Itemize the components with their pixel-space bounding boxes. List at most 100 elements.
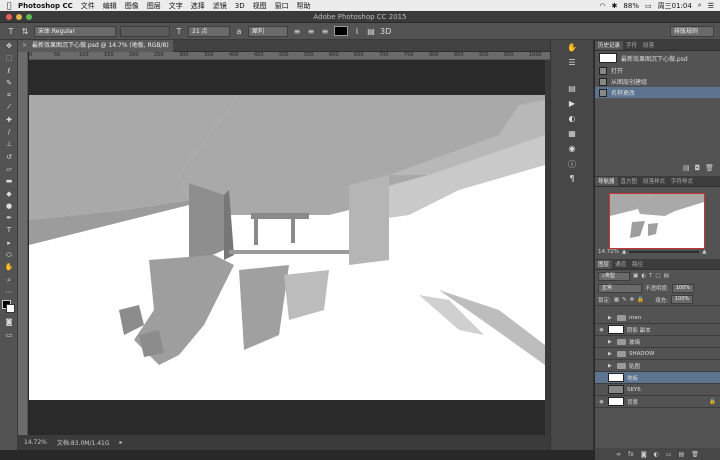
brush-tool-icon[interactable]: ∕ — [0, 126, 18, 138]
marquee-tool-icon[interactable]: ⬚ — [0, 52, 18, 64]
tab-paragraph[interactable]: 段落 — [640, 41, 657, 50]
navigator-dock-icon[interactable]: ▤ — [561, 84, 583, 96]
history-item-selected[interactable]: 名称更改 — [595, 87, 720, 98]
tab-layers[interactable]: 图层 — [595, 260, 613, 269]
snapshot-icon[interactable]: ◘ — [695, 164, 701, 172]
layer-row[interactable]: ▶ 贴图 — [595, 360, 720, 372]
spotlight-icon[interactable]: ⌕ — [698, 1, 702, 10]
color-dock-icon[interactable]: ◐ — [561, 114, 583, 126]
app-menu[interactable]: Photoshop CC — [18, 2, 73, 10]
menu-window[interactable]: 窗口 — [275, 1, 289, 11]
menu-image[interactable]: 图像 — [125, 1, 139, 11]
font-family-select[interactable]: 宋体 Regular — [34, 25, 116, 37]
tab-paths[interactable]: 路径 — [629, 260, 646, 269]
expand-arrow-icon[interactable]: ▶ — [608, 339, 614, 345]
expand-arrow-icon[interactable]: ▶ — [608, 315, 614, 321]
tab-history[interactable]: 历史记录 — [595, 41, 624, 50]
ruler-vertical[interactable] — [18, 52, 28, 435]
lock-paint-icon[interactable]: ✎ — [622, 297, 627, 303]
quick-mask-icon[interactable]: ◙ — [0, 316, 18, 328]
layer-row-selected[interactable]: 地板 — [595, 372, 720, 384]
healing-tool-icon[interactable]: ✚ — [0, 114, 18, 126]
filter-type-icon[interactable]: T — [649, 273, 652, 279]
expand-arrow-icon[interactable]: ▶ — [608, 351, 614, 357]
paragraph-dock-icon[interactable]: ¶ — [561, 174, 583, 186]
new-layer-icon[interactable]: ▤ — [679, 451, 685, 458]
navigator-zoom[interactable]: 14.72% — [598, 249, 619, 255]
font-style-select[interactable] — [120, 25, 170, 37]
dodge-tool-icon[interactable]: ● — [0, 200, 18, 212]
bluetooth-icon[interactable]: ✱ — [612, 2, 618, 10]
character-panel-icon[interactable]: ▤ — [366, 27, 376, 36]
layer-filter-select[interactable]: ⌕类型 — [598, 271, 630, 281]
type-tool-icon[interactable]: T — [6, 27, 16, 36]
eyedropper-tool-icon[interactable]: ⁄ — [0, 101, 18, 113]
shape-tool-icon[interactable]: ⬭ — [0, 249, 18, 261]
document-canvas[interactable] — [29, 95, 545, 400]
3d-icon[interactable]: 3D — [380, 27, 391, 36]
navigator-preview[interactable] — [609, 193, 705, 249]
menu-select[interactable]: 选择 — [191, 1, 205, 11]
document-tab[interactable]: × 最新效果图沉下心做.psd @ 14.7% (地板, RGB/8) * — [18, 40, 173, 61]
screen-mode-icon[interactable]: ▭ — [0, 329, 18, 341]
swatches-dock-icon[interactable]: ▦ — [561, 129, 583, 141]
menu-3d[interactable]: 3D — [235, 2, 245, 10]
gradient-tool-icon[interactable]: ▬ — [0, 175, 18, 187]
trash-icon[interactable]: 🗑 — [705, 164, 714, 172]
quick-select-tool-icon[interactable]: ✎ — [0, 77, 18, 89]
close-tab-icon[interactable]: × — [22, 40, 27, 52]
align-right-icon[interactable]: ≡ — [320, 27, 330, 36]
move-tool-icon[interactable]: ✥ — [0, 40, 18, 52]
layer-style-icon[interactable]: fx — [628, 451, 634, 458]
visibility-icon[interactable]: ◉ — [598, 399, 605, 405]
brush-presets-icon[interactable]: ✋ — [561, 43, 583, 55]
layer-row[interactable]: ▶ men — [595, 312, 720, 324]
filter-shape-icon[interactable]: ▢ — [655, 273, 660, 279]
menu-edit[interactable]: 编辑 — [103, 1, 117, 11]
adjustment-layer-icon[interactable]: ◐ — [654, 451, 659, 458]
actions-icon[interactable]: ▶ — [561, 99, 583, 111]
crop-tool-icon[interactable]: ⌗ — [0, 89, 18, 101]
wifi-icon[interactable]: ◠ — [599, 2, 605, 10]
history-item[interactable]: 从图层创建组 — [595, 76, 720, 87]
stamp-tool-icon[interactable]: ⊥ — [0, 138, 18, 150]
zoom-level[interactable]: 14.72% — [24, 439, 47, 446]
menu-type[interactable]: 文字 — [169, 1, 183, 11]
zoom-slider[interactable] — [629, 251, 700, 253]
tab-character[interactable]: 字符 — [623, 41, 640, 50]
lock-move-icon[interactable]: ✥ — [630, 297, 635, 303]
font-size-select[interactable]: 21 点 — [188, 25, 230, 37]
info-dock-icon[interactable]: ⓘ — [561, 159, 583, 171]
path-select-tool-icon[interactable]: ▸ — [0, 237, 18, 249]
adjustments-icon[interactable]: ☰ — [561, 58, 583, 70]
lock-all-icon[interactable]: 🔒 — [637, 297, 644, 303]
clock[interactable]: 周三01:04 — [658, 1, 692, 11]
filter-smart-icon[interactable]: ▤ — [664, 273, 669, 279]
apple-icon[interactable]:  — [0, 1, 18, 10]
lock-pixels-icon[interactable]: ▦ — [614, 297, 619, 303]
warp-text-icon[interactable]: ⌇ — [352, 27, 362, 36]
history-snapshot[interactable]: 最新效果图沉下心做.psd — [595, 51, 720, 65]
text-color-swatch[interactable] — [334, 26, 348, 36]
menu-layer[interactable]: 图层 — [147, 1, 161, 11]
visibility-icon[interactable]: ◉ — [598, 327, 605, 333]
menu-help[interactable]: 帮助 — [297, 1, 311, 11]
antialias-select[interactable]: 犀利 — [248, 25, 288, 37]
pen-tool-icon[interactable]: ✒ — [0, 212, 18, 224]
list-icon[interactable]: ☰ — [708, 2, 714, 10]
tab-histogram[interactable]: 直方图 — [618, 177, 641, 186]
minimize-button[interactable] — [16, 14, 22, 20]
close-button[interactable] — [6, 14, 12, 20]
zoom-button[interactable] — [26, 14, 32, 20]
layer-row[interactable]: SKY6 — [595, 384, 720, 396]
layer-row[interactable]: ▶ SHADOW — [595, 348, 720, 360]
zoom-tool-icon[interactable]: ⌕ — [0, 274, 18, 286]
filter-pixel-icon[interactable]: ▣ — [633, 273, 638, 279]
new-document-icon[interactable]: ▤ — [683, 164, 690, 172]
layer-row[interactable]: ◉ 背景 🔒 — [595, 396, 720, 408]
zoom-out-icon[interactable]: ▲ — [622, 249, 626, 255]
zoom-in-icon[interactable]: ▲ — [702, 249, 706, 255]
canvas-area[interactable] — [29, 60, 545, 435]
ruler-horizontal[interactable]: 0 50 100 150 200 250 300 350 400 450 500 550 600 650 7… — [29, 52, 550, 60]
layer-row[interactable]: ◉ 阴影 副本 — [595, 324, 720, 336]
